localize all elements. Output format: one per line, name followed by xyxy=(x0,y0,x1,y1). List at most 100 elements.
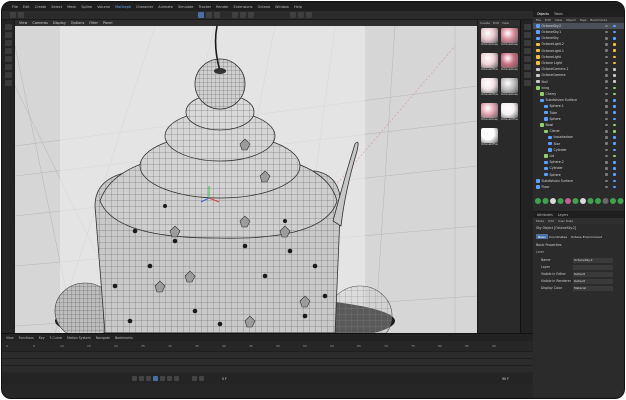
visibility-dot[interactable] xyxy=(605,179,608,183)
menu-item-extensions[interactable]: Extensions xyxy=(234,5,253,9)
prev-frame-icon[interactable] xyxy=(146,376,151,381)
go-end-icon[interactable] xyxy=(174,376,179,381)
material-swatch[interactable]: OctaneGlossy xyxy=(481,103,498,125)
object-menu-bookmarks[interactable]: Bookmarks xyxy=(590,18,607,22)
attr-menu-mode[interactable]: Mode xyxy=(536,219,544,223)
timeline-track-1[interactable] xyxy=(2,351,533,358)
timeline-menu-key[interactable]: Key xyxy=(39,336,45,340)
object-row[interactable]: Subdivision Surface xyxy=(533,178,624,184)
object-row[interactable]: Bowl xyxy=(533,122,624,128)
visibility-dot[interactable] xyxy=(605,136,608,139)
visibility-dot[interactable] xyxy=(605,24,608,28)
object-row[interactable]: Sphere.2 xyxy=(533,159,624,165)
timeline-menu-view[interactable]: View xyxy=(6,336,14,340)
object-row[interactable]: Lid xyxy=(533,153,624,159)
visibility-dot[interactable] xyxy=(605,130,608,133)
timeline-track-3[interactable] xyxy=(2,365,533,372)
move-icon[interactable] xyxy=(232,12,238,18)
menu-item-animate[interactable]: Animate xyxy=(158,5,173,9)
next-frame-icon[interactable] xyxy=(160,376,165,381)
menu-item-simulate[interactable]: Simulate xyxy=(178,5,193,9)
workplane-icon[interactable] xyxy=(5,80,12,86)
spline-icon[interactable] xyxy=(524,56,531,62)
field-value[interactable]: Default xyxy=(573,279,613,284)
object-menu-object[interactable]: Object xyxy=(566,18,576,22)
object-menu-edit[interactable]: Edit xyxy=(545,18,551,22)
menu-item-spline[interactable]: Spline xyxy=(81,5,92,9)
object-menu-tags[interactable]: Tags xyxy=(580,18,587,22)
object-row[interactable]: OctaneCamera.1 xyxy=(533,66,624,72)
material-menu-view[interactable]: View xyxy=(502,21,509,25)
material-swatch[interactable]: OctaneDiffuse xyxy=(481,78,498,100)
visibility-dot[interactable] xyxy=(605,167,608,170)
tab-takes[interactable]: Takes xyxy=(554,12,563,16)
object-row[interactable]: OctaneSky.2 xyxy=(533,23,624,29)
visibility-dot[interactable] xyxy=(605,154,608,158)
render-icon[interactable] xyxy=(298,12,304,18)
material-tag-icon[interactable] xyxy=(580,198,586,204)
object-row[interactable]: Cloner xyxy=(533,128,624,134)
visibility-dot[interactable] xyxy=(605,49,608,52)
visibility-dot[interactable] xyxy=(605,30,608,34)
object-row[interactable]: Cherry xyxy=(533,91,624,97)
object-row[interactable]: Sphere xyxy=(533,172,624,178)
material-tag-icon[interactable] xyxy=(587,198,594,204)
material-tag-icon[interactable] xyxy=(565,198,571,204)
visibility-dot[interactable] xyxy=(605,74,608,77)
menu-item-character[interactable]: Character xyxy=(136,5,153,9)
attr-menu-user-data[interactable]: User Data xyxy=(558,219,573,223)
bevel-icon[interactable] xyxy=(5,56,12,62)
attr-tab-layers[interactable]: Layers xyxy=(558,213,569,217)
visibility-dot[interactable] xyxy=(605,99,608,102)
attr-tab-attributes[interactable]: Attributes xyxy=(537,213,553,217)
material-swatch[interactable]: OctaneGlossy xyxy=(501,78,518,100)
object-row[interactable]: Octane Light xyxy=(533,60,624,66)
field-value[interactable]: OctaneSky.2 xyxy=(573,258,613,263)
undo-icon[interactable] xyxy=(10,12,16,18)
object-row[interactable]: Floor xyxy=(533,184,624,190)
object-row[interactable]: OctaneSky xyxy=(533,35,624,41)
cube-icon[interactable] xyxy=(524,24,531,30)
material-tag-icon[interactable] xyxy=(550,198,556,204)
viewport-menu-view[interactable]: View xyxy=(19,21,27,25)
material-menu-create[interactable]: Create xyxy=(480,21,490,25)
section-tab-coordinates[interactable]: Coordinates xyxy=(547,234,569,239)
array-icon[interactable] xyxy=(524,48,531,54)
3d-viewport[interactable] xyxy=(15,26,477,333)
visibility-dot[interactable] xyxy=(605,148,608,152)
play-icon[interactable] xyxy=(153,376,158,381)
viewport-menu-cameras[interactable]: Cameras xyxy=(32,21,48,25)
material-tag-icon[interactable] xyxy=(542,198,549,204)
object-row[interactable]: Cylinder xyxy=(533,147,624,153)
visibility-dot[interactable] xyxy=(605,142,608,145)
object-row[interactable]: OctaneLight.1 xyxy=(533,48,624,54)
object-row[interactable]: Sphere xyxy=(533,116,624,122)
menu-item-edit[interactable]: Edit xyxy=(23,5,30,9)
object-menu-file[interactable]: File xyxy=(536,18,541,22)
pen-icon[interactable] xyxy=(524,32,531,38)
menu-item-octane[interactable]: Octane xyxy=(258,5,271,9)
visibility-dot[interactable] xyxy=(605,173,608,176)
visibility-dot[interactable] xyxy=(605,117,608,121)
go-start-icon[interactable] xyxy=(132,376,137,381)
camera-icon[interactable] xyxy=(524,64,531,70)
end-frame[interactable]: 90 F xyxy=(502,377,509,381)
material-tag-icon[interactable] xyxy=(617,198,624,204)
timeline-menu-motion-system[interactable]: Motion System xyxy=(67,336,91,340)
menu-item-create[interactable]: Create xyxy=(35,5,47,9)
menu-item-render[interactable]: Render xyxy=(216,5,228,9)
scale-icon[interactable] xyxy=(240,12,246,18)
visibility-dot[interactable] xyxy=(605,86,608,90)
timeline-ruler[interactable]: 0 5 10 15 20 25 30 35 40 45 50 55 60 65 70 75 80 85 90 xyxy=(6,344,506,350)
object-row[interactable]: Cylinder xyxy=(533,166,624,172)
material-tag-icon[interactable] xyxy=(595,198,601,204)
timeline-track-2[interactable] xyxy=(2,358,533,365)
material-tag-icon[interactable] xyxy=(572,198,579,204)
material-menu-edit[interactable]: Edit xyxy=(493,21,499,25)
material-tag-icon[interactable] xyxy=(610,198,616,204)
object-row[interactable]: Icosahedron xyxy=(533,135,624,141)
visibility-dot[interactable] xyxy=(605,37,608,40)
mode-model-icon[interactable] xyxy=(198,12,204,18)
visibility-dot[interactable] xyxy=(605,105,608,108)
live-select-icon[interactable] xyxy=(5,32,12,38)
